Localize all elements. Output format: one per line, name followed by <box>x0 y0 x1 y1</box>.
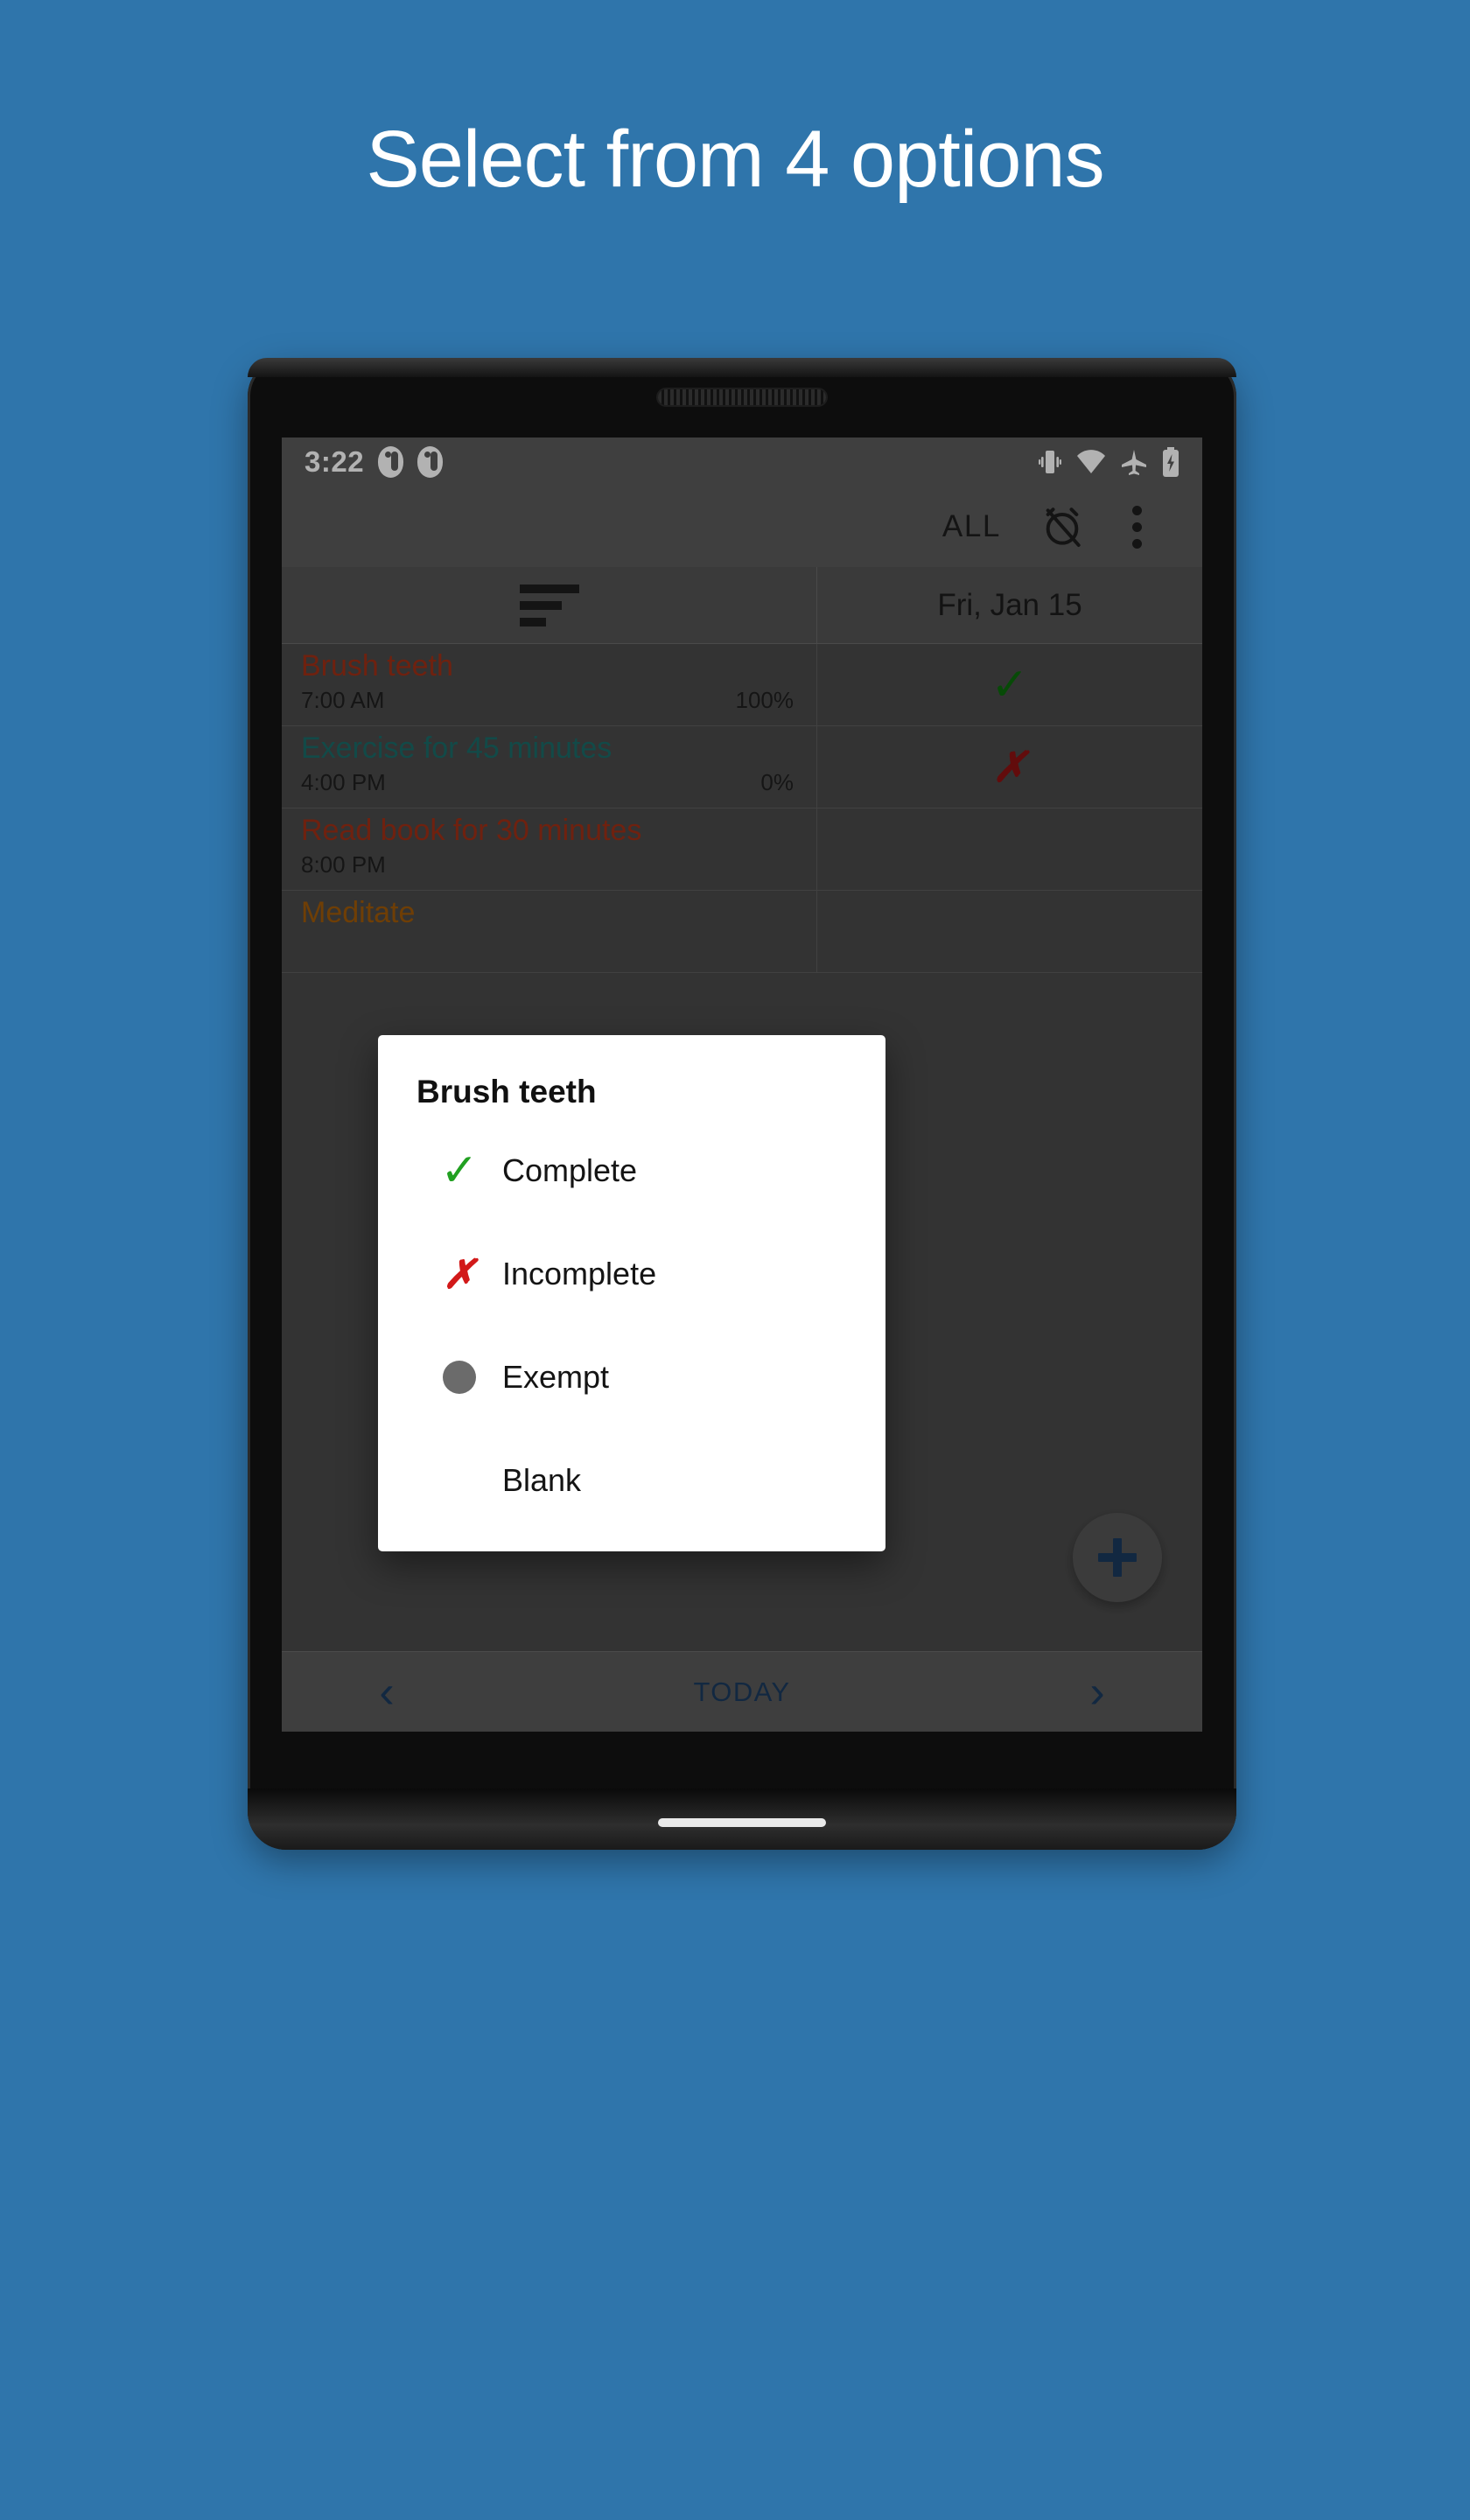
status-picker-dialog: Brush teeth ✓ Complete ✗ Incomplete Exem… <box>378 1035 886 1551</box>
check-icon: ✓ <box>440 1145 479 1196</box>
dialog-option-incomplete[interactable]: ✗ Incomplete <box>378 1222 886 1326</box>
dialog-option-complete[interactable]: ✓ Complete <box>378 1119 886 1222</box>
dialog-title: Brush teeth <box>416 1074 597 1110</box>
page-title: Select from 4 options <box>366 115 1104 204</box>
device-top-bezel <box>248 358 1236 377</box>
home-gesture-bar[interactable] <box>658 1818 826 1827</box>
phone-screen: 3:22 ALL Fri, Jan 15 Brush teeth 7:00 AM… <box>282 438 1202 1732</box>
cross-icon: ✗ <box>442 1251 477 1297</box>
phone-device-frame: 3:22 ALL Fri, Jan 15 Brush teeth 7:00 AM… <box>248 358 1236 1850</box>
dialog-option-label: Complete <box>502 1152 638 1188</box>
dialog-option-label: Blank <box>502 1462 582 1498</box>
earpiece-speaker <box>658 389 826 405</box>
dialog-option-label: Incomplete <box>502 1256 657 1292</box>
dialog-option-blank[interactable]: Blank <box>378 1429 886 1532</box>
dialog-option-exempt[interactable]: Exempt <box>378 1326 886 1429</box>
circle-icon <box>416 1361 502 1394</box>
dialog-option-label: Exempt <box>502 1359 610 1395</box>
